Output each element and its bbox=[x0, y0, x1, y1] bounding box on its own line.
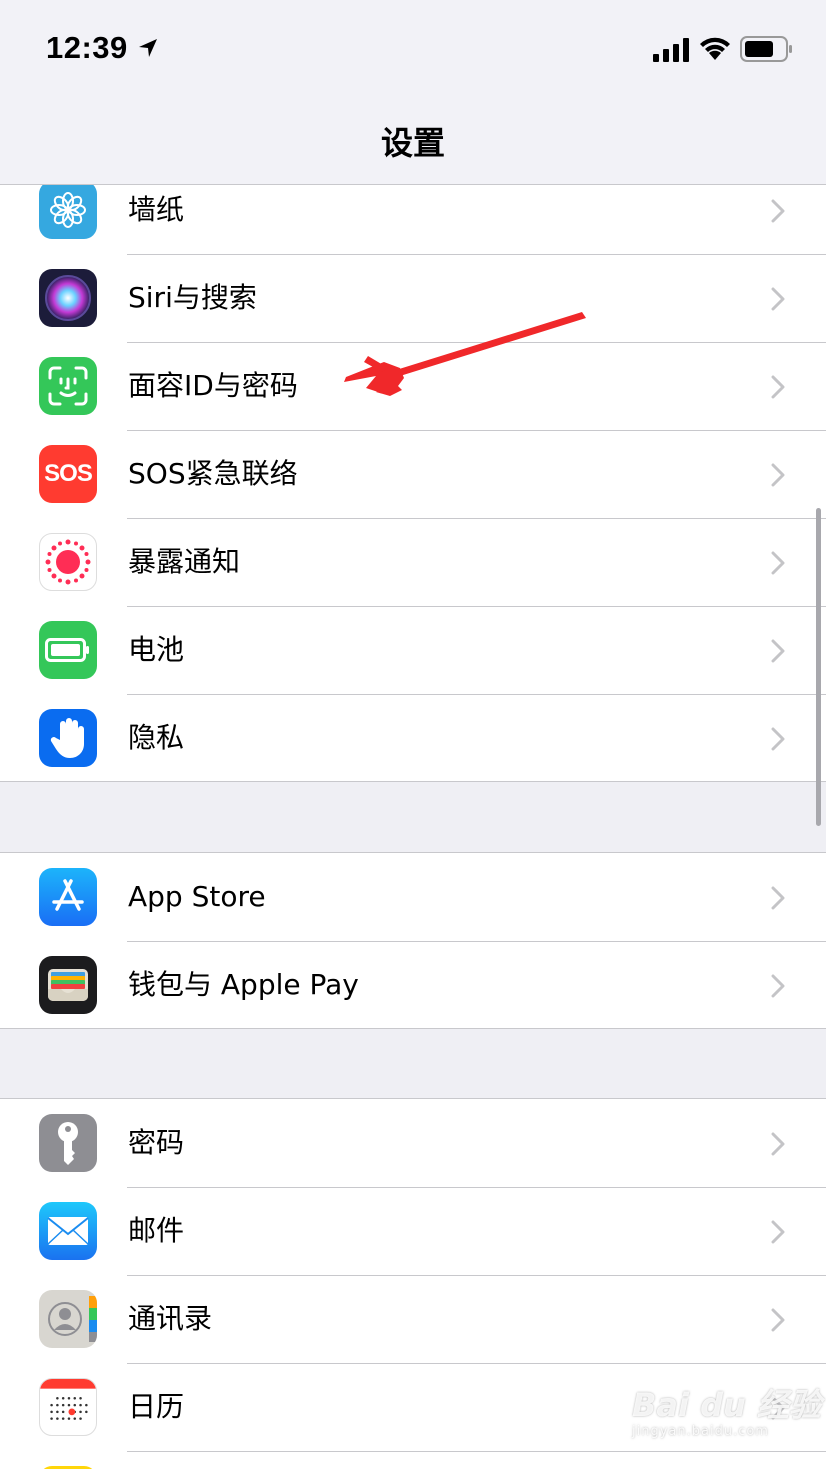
privacy-hand-icon bbox=[39, 709, 97, 767]
wifi-icon bbox=[700, 37, 730, 60]
cellular-signal-icon bbox=[653, 38, 689, 62]
chevron-right-icon bbox=[771, 1132, 785, 1156]
chevron-right-icon bbox=[771, 1308, 785, 1332]
row-mail[interactable]: 邮件 bbox=[0, 1187, 826, 1275]
row-contacts[interactable]: 通讯录 bbox=[0, 1275, 826, 1363]
chevron-right-icon bbox=[771, 886, 785, 910]
pointing-hand-annotation-icon bbox=[344, 312, 586, 396]
exposure-notification-icon bbox=[39, 533, 97, 591]
calendar-icon bbox=[39, 1378, 97, 1436]
row-label: SOS紧急联络 bbox=[128, 457, 298, 490]
scroll-indicator[interactable] bbox=[816, 508, 821, 826]
watermark-logo-text: Bai du 经验 bbox=[632, 1386, 821, 1424]
sos-icon: SOS bbox=[39, 445, 97, 503]
sos-icon-text: SOS bbox=[44, 460, 93, 487]
chevron-right-icon bbox=[771, 375, 785, 399]
row-label: 邮件 bbox=[128, 1214, 185, 1247]
app-store-icon bbox=[39, 868, 97, 926]
chevron-right-icon bbox=[771, 287, 785, 311]
status-time: 12:39 bbox=[46, 30, 128, 65]
baidu-watermark-logo: Bai du 经验 jingyan.baidu.com bbox=[632, 1380, 821, 1439]
battery-app-icon bbox=[39, 621, 97, 679]
wallet-icon bbox=[39, 956, 97, 1014]
chevron-right-icon bbox=[771, 1220, 785, 1244]
location-arrow-icon bbox=[139, 39, 157, 57]
row-label: 钱包与 Apple Pay bbox=[128, 968, 359, 1001]
row-privacy[interactable]: 隐私 bbox=[0, 694, 826, 781]
watermark-url: jingyan.baidu.com bbox=[632, 1424, 769, 1439]
chevron-right-icon bbox=[771, 199, 785, 223]
row-app-store[interactable]: App Store bbox=[0, 853, 826, 941]
contacts-icon bbox=[39, 1290, 97, 1348]
mail-icon bbox=[39, 1202, 97, 1260]
chevron-right-icon bbox=[771, 727, 785, 751]
face-id-icon bbox=[39, 357, 97, 415]
row-label: Siri与搜索 bbox=[128, 281, 257, 314]
key-icon bbox=[39, 1114, 97, 1172]
navigation-header: 12:39 设置 bbox=[0, 0, 826, 185]
row-sos[interactable]: SOS SOS紧急联络 bbox=[0, 430, 826, 518]
battery-status-icon bbox=[740, 36, 792, 62]
row-label: 日历 bbox=[128, 1390, 185, 1423]
row-label: App Store bbox=[128, 880, 266, 913]
row-partial-next[interactable] bbox=[0, 1451, 826, 1469]
wallpaper-icon bbox=[39, 181, 97, 239]
siri-icon bbox=[39, 269, 97, 327]
row-label: 隐私 bbox=[128, 721, 185, 754]
row-label: 暴露通知 bbox=[128, 545, 241, 578]
row-label: 密码 bbox=[128, 1126, 185, 1159]
row-label: 电池 bbox=[128, 633, 185, 666]
row-battery[interactable]: 电池 bbox=[0, 606, 826, 694]
row-exposure-notifications[interactable]: 暴露通知 bbox=[0, 518, 826, 606]
row-passwords[interactable]: 密码 bbox=[0, 1099, 826, 1187]
row-wallet[interactable]: 钱包与 Apple Pay bbox=[0, 941, 826, 1028]
settings-group-store: App Store 钱包与 Apple Pay bbox=[0, 852, 826, 1029]
chevron-right-icon bbox=[771, 639, 785, 663]
row-label: 通讯录 bbox=[128, 1302, 213, 1335]
chevron-right-icon bbox=[771, 463, 785, 487]
settings-group-display: 墙纸 Siri与搜索 面容ID与密码 SOS SOS紧急联络 暴露通知 电池 隐… bbox=[0, 165, 826, 782]
chevron-right-icon bbox=[771, 974, 785, 998]
page-title: 设置 bbox=[380, 124, 445, 162]
row-label: 面容ID与密码 bbox=[128, 369, 298, 402]
chevron-right-icon bbox=[771, 551, 785, 575]
